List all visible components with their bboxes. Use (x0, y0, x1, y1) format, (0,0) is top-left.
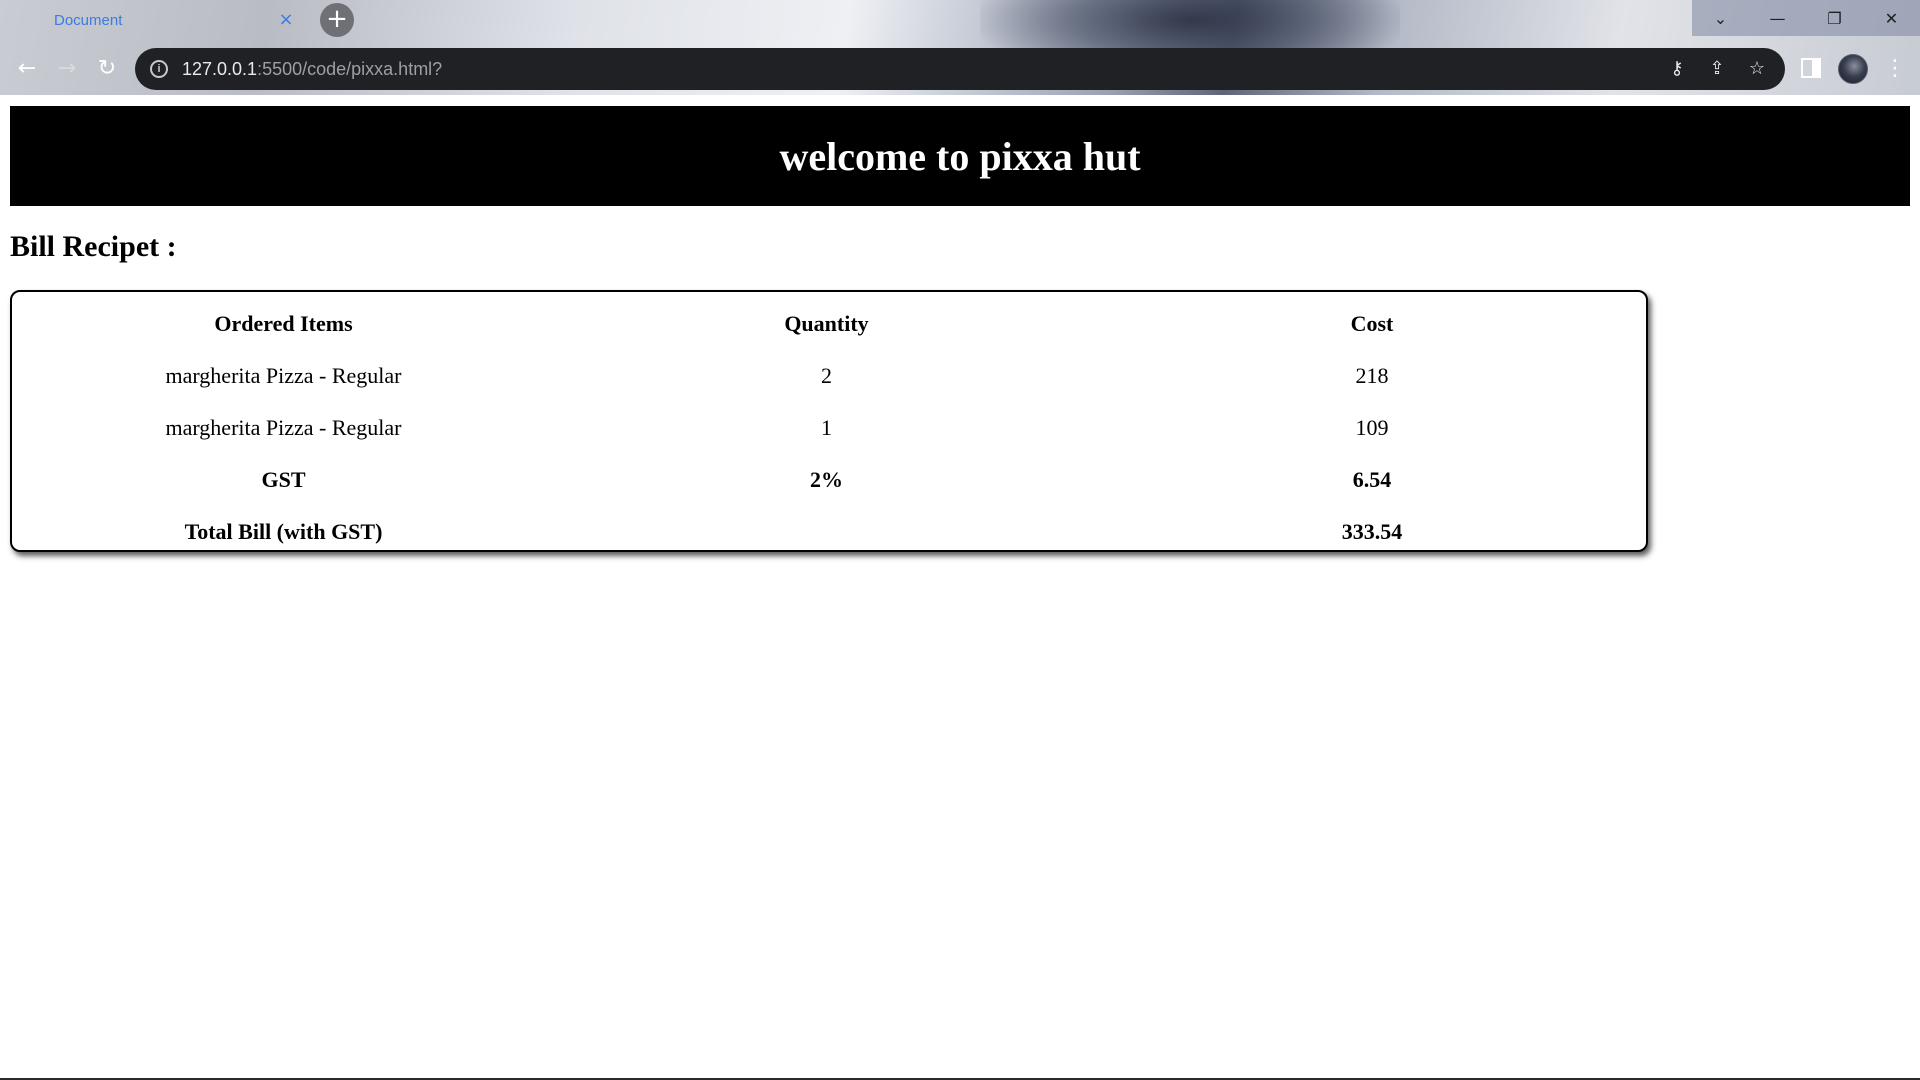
gst-rate: 2% (810, 467, 843, 492)
url-host: 127.0.0.1 (182, 58, 258, 79)
item-cost: 109 (1355, 415, 1389, 440)
bill-heading: Bill Recipet : (10, 230, 177, 263)
item-quantity: 1 (821, 415, 832, 440)
url-path: :5500/code/pixxa.html? (257, 58, 443, 79)
gst-label: GST (261, 467, 306, 492)
table-row: margherita Pizza - Regular 1 109 (12, 402, 1646, 454)
new-tab-button[interactable]: + (320, 3, 354, 37)
tab-title: Document (54, 11, 123, 29)
item-name: margherita Pizza - Regular (165, 415, 402, 440)
forward-button[interactable]: → (52, 53, 82, 83)
window-controls: ⌄ — ❐ ✕ (1692, 0, 1920, 36)
back-button[interactable]: ← (12, 53, 42, 83)
gst-amount: 6.54 (1352, 467, 1392, 492)
total-row: Total Bill (with GST) 333.54 (12, 506, 1646, 558)
minimize-button[interactable]: — (1749, 0, 1806, 36)
tab-search-button[interactable]: ⌄ (1692, 0, 1749, 36)
item-name: margherita Pizza - Regular (165, 363, 402, 388)
tab-document[interactable]: Document × (8, 0, 308, 40)
item-cost: 218 (1355, 363, 1389, 388)
bill-receipt-box: Ordered Items Quantity Cost margherita P… (10, 290, 1648, 552)
avatar[interactable] (1838, 54, 1868, 84)
address-bar[interactable]: i 127.0.0.1:5500/code/pixxa.html? ⚷ ⇪ ☆ (135, 48, 1785, 90)
table-header-row: Ordered Items Quantity Cost (12, 298, 1646, 350)
total-label: Total Bill (with GST) (184, 519, 383, 544)
bill-table: Ordered Items Quantity Cost margherita P… (12, 298, 1646, 558)
item-quantity: 2 (821, 363, 832, 388)
key-icon[interactable]: ⚷ (1665, 57, 1689, 81)
browser-chrome: Document × + ⌄ — ❐ ✕ ← → ↻ i 127.0.0.1:5… (0, 0, 1920, 95)
share-icon[interactable]: ⇪ (1705, 57, 1729, 81)
menu-icon[interactable]: ⋮ (1884, 54, 1906, 84)
restore-button[interactable]: ❐ (1806, 0, 1863, 36)
header-cost: Cost (1350, 311, 1394, 336)
banner-title: welcome to pixxa hut (779, 133, 1141, 179)
reload-button[interactable]: ↻ (92, 53, 122, 83)
info-icon[interactable]: i (150, 60, 168, 78)
gst-row: GST 2% 6.54 (12, 454, 1646, 506)
table-row: margherita Pizza - Regular 2 218 (12, 350, 1646, 402)
close-window-button[interactable]: ✕ (1863, 0, 1920, 36)
header-quantity: Quantity (784, 311, 869, 336)
page-content: welcome to pixxa hut Bill Recipet : Orde… (0, 95, 1920, 1080)
banner: welcome to pixxa hut (10, 106, 1910, 206)
header-ordered-items: Ordered Items (214, 311, 353, 336)
star-icon[interactable]: ☆ (1745, 57, 1769, 81)
side-panel-icon[interactable] (1801, 58, 1821, 78)
omnibox-icons: ⚷ ⇪ ☆ (1665, 57, 1769, 81)
total-quantity (555, 506, 1098, 558)
close-icon[interactable]: × (276, 10, 296, 30)
total-amount: 333.54 (1341, 519, 1403, 544)
